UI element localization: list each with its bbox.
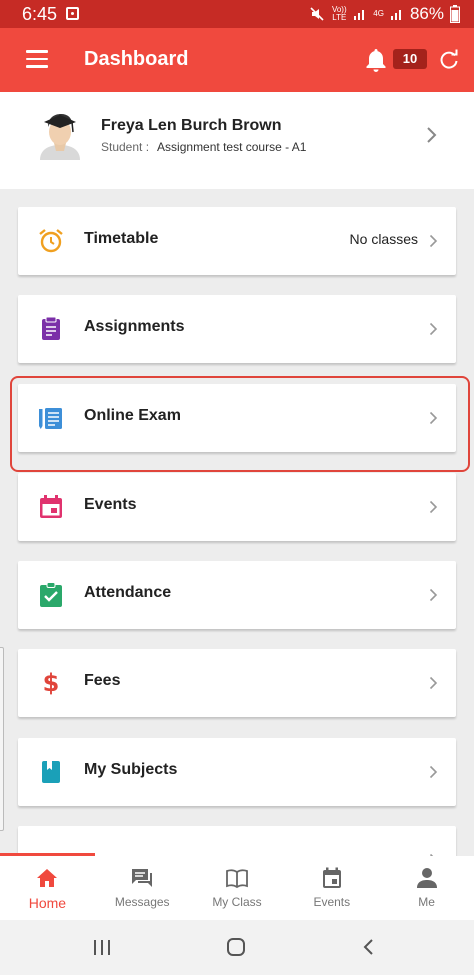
- menu-item-label: Fees: [84, 672, 121, 689]
- menu-item-label: Timetable: [84, 230, 159, 247]
- hamburger-menu-icon[interactable]: [26, 50, 48, 68]
- network-label: 4G: [373, 9, 384, 18]
- back-icon[interactable]: [362, 938, 374, 956]
- menu-item-label: My Subjects: [84, 761, 178, 778]
- chevron-right-icon: [429, 765, 438, 779]
- menu-item-assignments[interactable]: Assignments: [18, 295, 456, 363]
- nav-messages[interactable]: Messages: [95, 856, 190, 920]
- profile-card[interactable]: Freya Len Burch Brown Student : Assignmen…: [0, 92, 474, 189]
- chevron-right-icon: [429, 676, 438, 690]
- timetable-status: No classes: [349, 231, 418, 247]
- bottom-navigation: Home Messages My Class Events Me: [0, 856, 474, 920]
- battery-percent: 86%: [409, 4, 444, 23]
- chevron-right-icon: [427, 127, 437, 143]
- nav-label: Me: [418, 895, 435, 909]
- chevron-right-icon: [429, 500, 438, 514]
- role-label: Student :: [101, 140, 150, 154]
- nav-events[interactable]: Events: [284, 856, 379, 920]
- menu-item-fees[interactable]: $ Fees: [18, 649, 456, 717]
- book-icon: [42, 761, 60, 783]
- open-book-icon: [226, 869, 248, 889]
- menu-item-timetable[interactable]: Timetable No classes: [18, 207, 456, 275]
- student-name: Freya Len Burch Brown: [101, 117, 282, 134]
- notification-count-badge[interactable]: 10: [393, 49, 427, 69]
- clipboard-check-icon: [40, 582, 62, 607]
- nav-label: Home: [28, 895, 67, 911]
- student-avatar: [40, 114, 80, 160]
- mute-icon: [310, 7, 324, 21]
- dollar-icon: $: [42, 669, 60, 697]
- nav-label: Messages: [114, 895, 170, 909]
- battery-icon: [450, 5, 460, 23]
- highlight-box: [10, 376, 470, 472]
- nav-label: My Class: [212, 895, 262, 909]
- page-title: Dashboard: [84, 48, 189, 70]
- signal-icon: [354, 10, 365, 20]
- app-bar: Dashboard 10: [0, 28, 474, 92]
- student-info: Student : Assignment test course - A1: [101, 140, 306, 154]
- alarm-clock-icon: [39, 229, 63, 253]
- system-navigation-bar: [0, 920, 474, 975]
- chevron-right-icon: [429, 588, 438, 602]
- volte-label: Vo)) LTE: [331, 5, 347, 22]
- nav-my-class[interactable]: My Class: [190, 856, 285, 920]
- home-button-icon[interactable]: [227, 938, 245, 956]
- signal-icon: [390, 10, 401, 20]
- messages-icon: [132, 869, 153, 887]
- menu-item-label: Assignments: [84, 318, 185, 335]
- nav-label: Events: [313, 895, 351, 909]
- status-indicators: Vo)) LTE 4G 86%: [309, 4, 460, 24]
- menu-item-my-subjects[interactable]: My Subjects: [18, 738, 456, 806]
- menu-item-label: Attendance: [84, 584, 172, 601]
- chevron-right-icon: [429, 322, 438, 336]
- menu-item-attendance[interactable]: Attendance: [18, 561, 456, 629]
- status-bar: 6:45 Vo)) LTE 4G 86%: [0, 0, 474, 28]
- calendar-icon: [322, 867, 341, 888]
- nav-me[interactable]: Me: [379, 856, 474, 920]
- refresh-icon[interactable]: [438, 49, 460, 71]
- home-icon: [37, 869, 58, 887]
- bell-icon[interactable]: [364, 47, 388, 73]
- status-time: 6:45: [22, 4, 58, 24]
- chevron-right-icon: [429, 234, 438, 248]
- menu-item-events[interactable]: Events: [18, 473, 456, 541]
- nav-home[interactable]: Home: [0, 856, 95, 920]
- menu-item-label: Events: [84, 496, 137, 513]
- edge-panel-handle[interactable]: [0, 647, 4, 831]
- calendar-icon: [40, 495, 62, 518]
- clipboard-icon: [42, 316, 60, 340]
- notification-icon: [66, 7, 79, 20]
- course-name: Assignment test course - A1: [157, 140, 307, 154]
- person-icon: [416, 868, 437, 888]
- recent-apps-icon[interactable]: [94, 940, 112, 955]
